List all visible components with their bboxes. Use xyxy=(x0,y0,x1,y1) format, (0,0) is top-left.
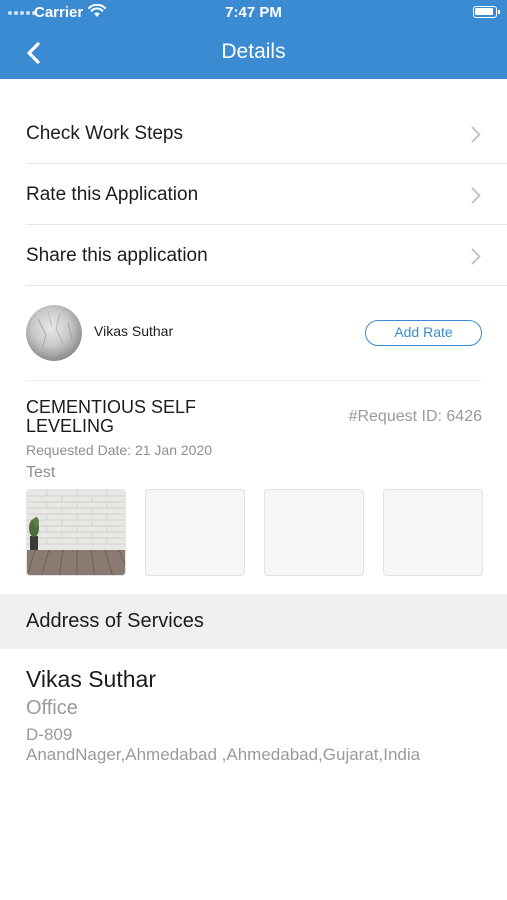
chevron-right-icon xyxy=(471,248,481,265)
service-title: CEMENTIOUS SELF LEVELING xyxy=(26,397,197,436)
status-bar: Carrier 7:47 PM xyxy=(0,0,507,26)
address-name: Vikas Suthar xyxy=(26,666,156,692)
page-title: Details xyxy=(221,40,286,63)
photo-placeholder[interactable] xyxy=(383,489,483,576)
address-line-2: AnandNager,Ahmedabad ,Ahmedabad,Gujarat,… xyxy=(26,745,421,764)
request-id: #Request ID: 6426 xyxy=(348,408,482,425)
battery-icon xyxy=(473,6,500,18)
photo-thumbnail[interactable] xyxy=(26,489,126,576)
photo-placeholder[interactable] xyxy=(264,489,364,576)
nav-bar: Carrier 7:47 PM Details xyxy=(0,0,507,79)
requested-date: Requested Date: 21 Jan 2020 xyxy=(26,442,213,458)
details-screen: Carrier 7:47 PM Details Check Work Steps… xyxy=(0,0,507,900)
menu-item-share-application[interactable]: Share this application xyxy=(26,226,507,286)
address-line-1: D-809 xyxy=(26,725,73,744)
menu-item-label: Check Work Steps xyxy=(26,123,183,144)
add-rate-button[interactable]: Add Rate xyxy=(365,320,482,346)
menu-item-label: Share this application xyxy=(26,245,208,266)
menu-item-rate-application[interactable]: Rate this Application xyxy=(26,165,507,225)
divider xyxy=(26,380,481,381)
menu-item-label: Rate this Application xyxy=(26,184,199,205)
photo-placeholder[interactable] xyxy=(145,489,245,576)
address-type: Office xyxy=(26,697,78,719)
section-title: Address of Services xyxy=(26,610,204,632)
request-description: Test xyxy=(26,464,56,481)
address-section-header: Address of Services xyxy=(0,594,507,649)
chevron-right-icon xyxy=(471,187,481,204)
avatar xyxy=(26,305,82,361)
menu-item-check-work-steps[interactable]: Check Work Steps xyxy=(26,104,507,164)
chevron-right-icon xyxy=(471,126,481,143)
status-time: 7:47 PM xyxy=(225,4,282,21)
user-name: Vikas Suthar xyxy=(94,323,174,339)
